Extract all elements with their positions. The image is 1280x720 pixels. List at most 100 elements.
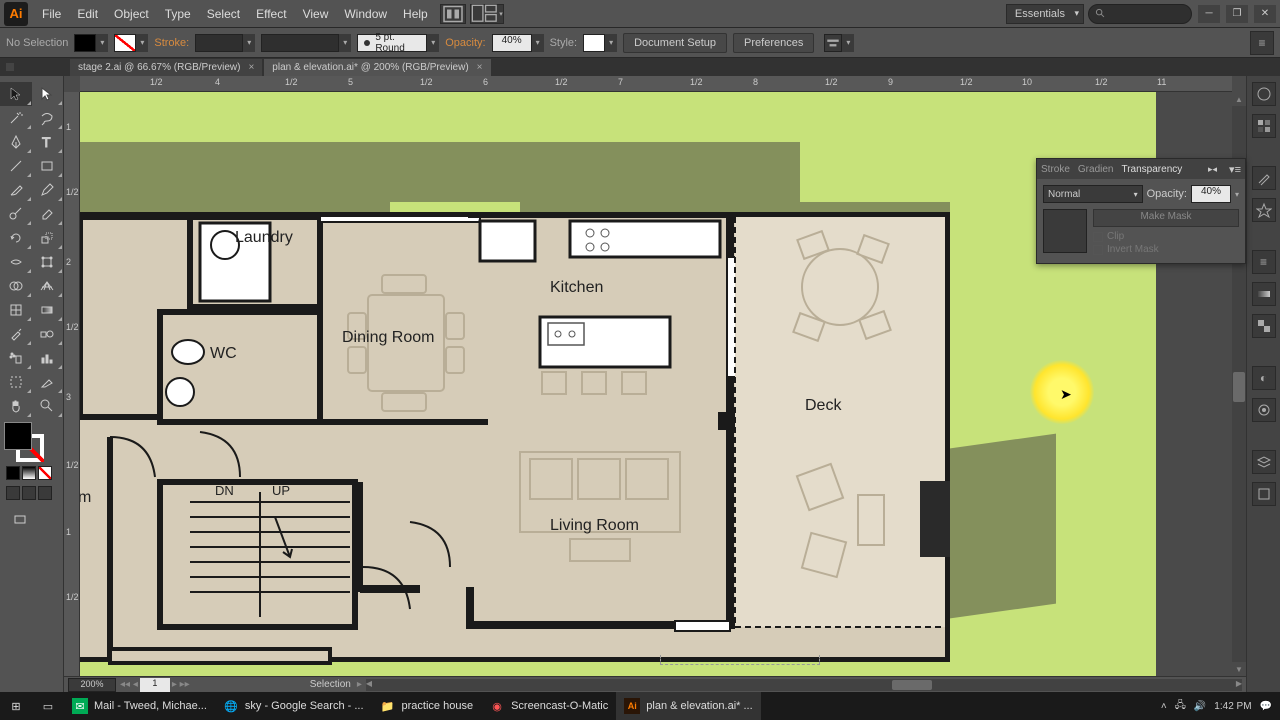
menu-type[interactable]: Type (157, 3, 199, 25)
style-dropdown[interactable]: ▾ (605, 34, 617, 52)
preferences-button[interactable]: Preferences (733, 33, 814, 53)
opacity-stepper-icon[interactable]: ▾ (1235, 190, 1239, 199)
panel-icon-layers[interactable] (1252, 450, 1276, 474)
stroke-dropdown[interactable]: ▾ (136, 34, 148, 52)
panel-tab-transparency[interactable]: Transparency (1121, 164, 1182, 175)
lasso-tool[interactable] (32, 106, 64, 130)
panel-icon-graphic-styles[interactable] (1252, 398, 1276, 422)
magic-wand-tool[interactable] (0, 106, 32, 130)
column-graph-tool[interactable] (32, 346, 64, 370)
system-tray[interactable]: ˄ 🖧 🔊 1:42 PM 💬 (1161, 698, 1280, 715)
menu-effect[interactable]: Effect (248, 3, 294, 25)
menu-view[interactable]: View (295, 3, 337, 25)
opacity-input[interactable]: 40% (492, 34, 532, 52)
panel-icon-swatches[interactable] (1252, 114, 1276, 138)
paintbrush-tool[interactable] (0, 178, 32, 202)
search-input[interactable] (1088, 4, 1192, 24)
horizontal-ruler[interactable]: 1/2 4 1/2 5 1/2 6 1/2 7 1/2 8 1/2 9 1/2 … (80, 76, 1232, 92)
blend-tool[interactable] (32, 322, 64, 346)
clip-checkbox[interactable] (1093, 232, 1103, 242)
menu-file[interactable]: File (34, 3, 69, 25)
fill-swatch[interactable] (74, 34, 96, 52)
taskbar-folder[interactable]: 📁practice house (372, 692, 482, 720)
control-menu-icon[interactable]: ≡ (1250, 31, 1274, 55)
bridge-icon[interactable] (440, 4, 466, 24)
style-swatch[interactable] (583, 34, 605, 52)
align-icon[interactable] (824, 34, 842, 52)
workspace-switcher[interactable]: Essentials (1006, 4, 1084, 24)
gradient-mode-button[interactable] (22, 466, 36, 480)
minimize-button[interactable]: ─ (1198, 5, 1220, 23)
brush-profile[interactable]: 5 pt. Round (357, 34, 427, 52)
start-button[interactable]: ⊞ (0, 692, 32, 720)
zoom-level[interactable]: 200% (68, 678, 116, 692)
make-mask-button[interactable]: Make Mask (1093, 209, 1239, 227)
variable-width-input[interactable] (261, 34, 339, 52)
scroll-up-icon[interactable]: ▲ (1232, 92, 1246, 106)
tray-clock[interactable]: 1:42 PM (1214, 701, 1251, 712)
gradient-tool[interactable] (32, 298, 64, 322)
tabbar-handle[interactable] (6, 63, 14, 71)
panel-icon-color[interactable] (1252, 82, 1276, 106)
shape-builder-tool[interactable] (0, 274, 32, 298)
menu-select[interactable]: Select (199, 3, 248, 25)
panel-icon-transparency[interactable] (1252, 314, 1276, 338)
panel-icon-symbols[interactable] (1252, 198, 1276, 222)
close-button[interactable]: ✕ (1254, 5, 1276, 23)
eyedropper-tool[interactable] (0, 322, 32, 346)
scroll-thumb[interactable] (1233, 372, 1245, 402)
menu-object[interactable]: Object (106, 3, 157, 25)
menu-edit[interactable]: Edit (69, 3, 106, 25)
direct-selection-tool[interactable] (32, 82, 64, 106)
line-tool[interactable] (0, 154, 32, 178)
type-tool[interactable]: T (32, 130, 64, 154)
draw-behind-button[interactable] (22, 486, 36, 500)
panel-menu-icon[interactable]: ▾≡ (1229, 163, 1241, 176)
blob-brush-tool[interactable] (0, 202, 32, 226)
panel-tab-gradient[interactable]: Gradien (1078, 164, 1114, 175)
tray-chevron-icon[interactable]: ˄ (1161, 701, 1167, 712)
selection-tool[interactable] (0, 82, 32, 106)
taskbar-screencast[interactable]: ◉Screencast-O-Matic (481, 692, 616, 720)
panel-icon-appearance[interactable]: ◐ (1252, 366, 1276, 390)
tab-1-close[interactable]: × (248, 62, 254, 73)
menu-help[interactable]: Help (395, 3, 436, 25)
rectangle-tool[interactable] (32, 154, 64, 178)
document-setup-button[interactable]: Document Setup (623, 33, 727, 53)
fill-stroke-indicator[interactable] (4, 422, 48, 462)
taskbar-browser[interactable]: 🌐sky - Google Search - ... (215, 692, 372, 720)
panel-tab-stroke[interactable]: Stroke (1041, 164, 1070, 175)
pen-tool[interactable] (0, 130, 32, 154)
slice-tool[interactable] (32, 370, 64, 394)
draw-inside-button[interactable] (38, 486, 52, 500)
hscroll-thumb[interactable] (892, 680, 932, 690)
taskbar-mail[interactable]: ✉Mail - Tweed, Michae... (64, 692, 215, 720)
opacity-dropdown[interactable]: ▾ (532, 34, 544, 52)
tray-network-icon[interactable]: 🖧 (1175, 698, 1186, 715)
eraser-tool[interactable] (32, 202, 64, 226)
artboard-number[interactable]: 1 (140, 678, 170, 692)
task-view-button[interactable]: ▭ (32, 692, 64, 720)
zoom-tool[interactable] (32, 394, 64, 418)
horizontal-scrollbar[interactable]: ◀▶ (366, 679, 1242, 691)
vertical-ruler[interactable]: 1 1/2 2 1/2 3 1/2 1 1/2 (64, 92, 80, 676)
draw-normal-button[interactable] (6, 486, 20, 500)
transparency-panel[interactable]: Stroke Gradien Transparency ▸◂ ▾≡ Normal… (1036, 158, 1246, 264)
panel-icon-brushes[interactable] (1252, 166, 1276, 190)
perspective-grid-tool[interactable] (32, 274, 64, 298)
scroll-down-icon[interactable]: ▼ (1232, 662, 1246, 676)
panel-icon-gradient[interactable] (1252, 282, 1276, 306)
panel-collapse-icon[interactable]: ▸◂ (1208, 164, 1217, 175)
stroke-weight-dropdown[interactable]: ▾ (243, 34, 255, 52)
variable-width-dropdown[interactable]: ▾ (339, 34, 351, 52)
panel-opacity-input[interactable]: 40% (1191, 185, 1231, 203)
pencil-tool[interactable] (32, 178, 64, 202)
maximize-button[interactable]: ❐ (1226, 5, 1248, 23)
hand-tool[interactable] (0, 394, 32, 418)
mesh-tool[interactable] (0, 298, 32, 322)
arrange-icon[interactable]: ▾ (470, 4, 504, 24)
rotate-tool[interactable] (0, 226, 32, 250)
blend-mode-dropdown[interactable]: Normal (1043, 185, 1143, 203)
none-mode-button[interactable] (38, 466, 52, 480)
stroke-weight-input[interactable] (195, 34, 243, 52)
